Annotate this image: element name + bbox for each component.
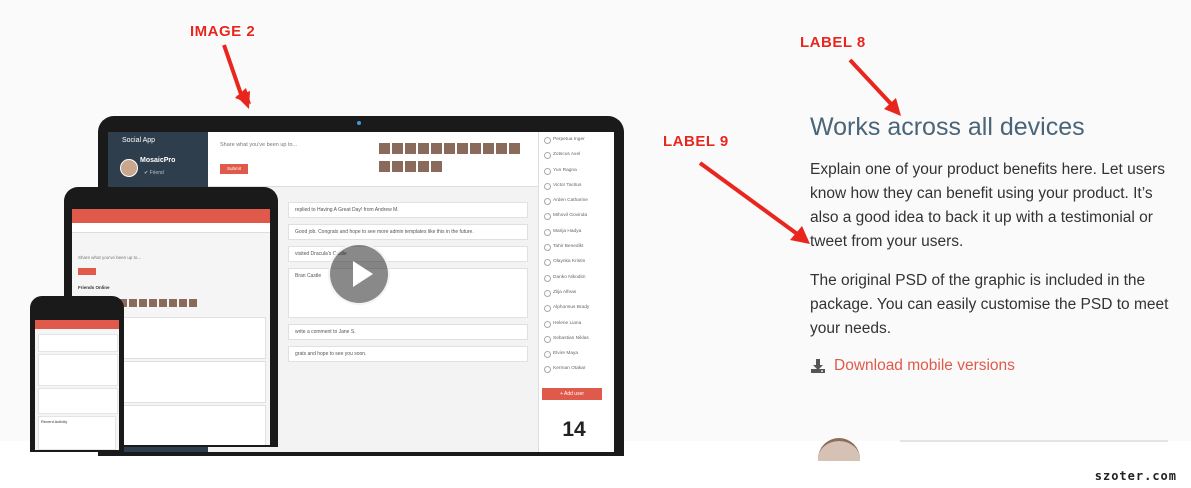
annotation-label-8: LABEL 8	[800, 34, 866, 51]
feed-card: Good job. Congrats and hope to see more …	[288, 224, 528, 240]
people-list-item: Arden Catharine	[539, 193, 614, 208]
play-icon[interactable]	[328, 243, 390, 305]
feed-card: replied to Having A Great Day! from Andr…	[288, 202, 528, 218]
people-list-item: Olaynka Kristin	[539, 254, 614, 269]
annotation-label-9: LABEL 9	[663, 133, 729, 150]
share-placeholder: Share what you've been up to...	[220, 142, 298, 148]
avatar	[120, 159, 138, 177]
people-list-item: Danko Nikodim	[539, 270, 614, 285]
feature-description: Explain one of your product benefits her…	[810, 161, 1165, 250]
phone-card	[38, 388, 118, 414]
people-list-item: Helene Liana	[539, 316, 614, 331]
user-subtitle: ✔ Friend	[144, 170, 164, 176]
download-mobile-link[interactable]: Download mobile versions	[810, 357, 1015, 375]
phone-card	[38, 354, 118, 386]
count-value: 14	[562, 418, 586, 441]
phone-card: Recent Activity	[38, 416, 116, 450]
people-list-item: Zlija Alfeas	[539, 285, 614, 300]
people-list-item: Tahir Benedikt	[539, 239, 614, 254]
feed-card: write a comment to Jane S.	[288, 324, 528, 340]
people-list-item: Victor Tacitus	[539, 178, 614, 193]
people-list-item: Alphonsus Brady	[539, 300, 614, 315]
people-list-item: Yun Ragna	[539, 163, 614, 178]
feed-card: grats and hope to see you soon.	[288, 346, 528, 362]
annotation-image-2: IMAGE 2	[190, 23, 256, 40]
submit-button: Submit	[220, 164, 248, 174]
psd-description: The original PSD of the graphic is inclu…	[810, 272, 1169, 337]
people-list-item: Kerman Otakar	[539, 361, 614, 376]
download-link-label: Download mobile versions	[834, 357, 1015, 374]
tablet-header-bar	[72, 209, 270, 223]
feed-card: visited Dracula's Castle	[288, 246, 528, 262]
app-title: Social App	[122, 137, 156, 144]
watermark: szoter.com	[1094, 469, 1177, 483]
download-icon	[811, 359, 825, 373]
tablet-submit-button	[78, 268, 96, 275]
activity-feed: replied to Having A Great Day! from Andr…	[288, 202, 528, 452]
people-list-item: Elvire Maya	[539, 346, 614, 361]
phone-device: Recent Activity	[30, 296, 124, 452]
face-grid	[378, 142, 528, 172]
user-name: MosaicPro	[140, 157, 176, 164]
people-list-item: Marija Hadya	[539, 224, 614, 239]
people-list-item: Zotscus Axel	[539, 147, 614, 162]
feature-title: Works across all devices	[810, 113, 1085, 141]
feed-card: Bran Castle	[288, 268, 528, 318]
phone-card	[38, 334, 118, 352]
people-list-item: Mihovil Govinda	[539, 208, 614, 223]
add-user-button: + Add user	[542, 388, 602, 400]
tablet-share-placeholder: Share what you've been up to...	[78, 255, 142, 260]
phone-header-bar	[35, 320, 119, 329]
phone-screen: Recent Activity	[35, 320, 119, 450]
people-list-item: Sebastian Niklas	[539, 331, 614, 346]
camera-dot	[357, 121, 361, 125]
tablet-friends-online: Friends Online	[78, 285, 110, 290]
divider	[900, 440, 1168, 442]
tablet-subnav	[72, 223, 270, 233]
people-list-item: Perpetua Inger	[539, 132, 614, 147]
people-list: Perpetua Inger Zotscus Axel Yun Ragna Victo…	[538, 132, 614, 452]
